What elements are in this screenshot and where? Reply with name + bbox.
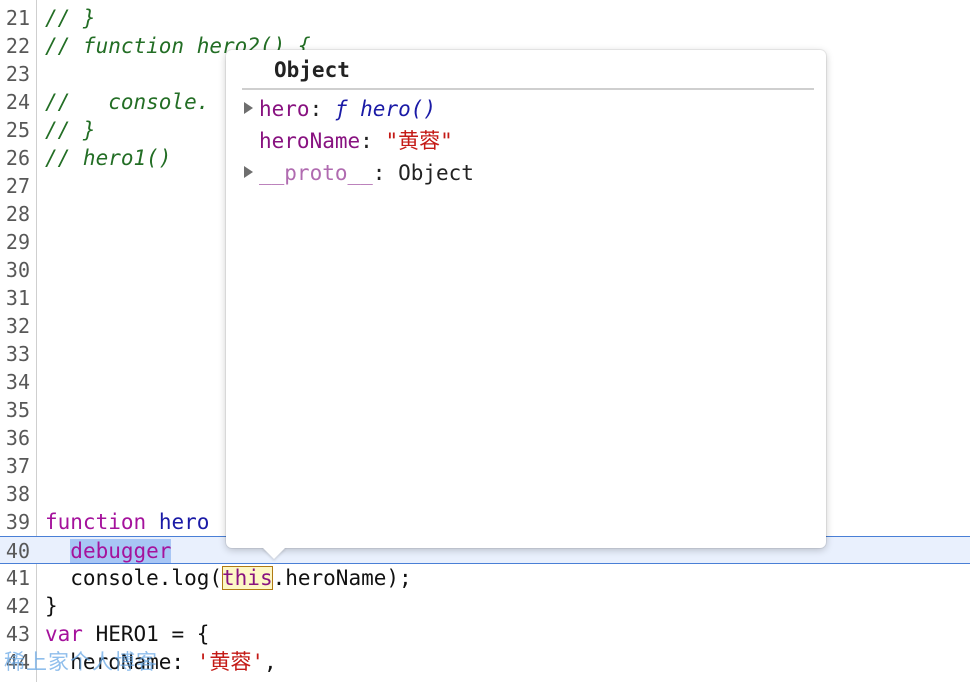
line-number[interactable]: 31 [0, 284, 30, 312]
code-text: } [45, 592, 58, 620]
line-number[interactable]: 26 [0, 144, 30, 172]
code-text: function hero [45, 508, 209, 536]
code-text: // hero1() [45, 144, 171, 172]
line-number[interactable]: 37 [0, 452, 30, 480]
property-key: __proto__ [259, 161, 373, 185]
watermark: 稀上家个人博客 [4, 650, 158, 674]
line-number[interactable]: 43 [0, 620, 30, 648]
code-line[interactable]: 43 var HERO1 = { [0, 620, 970, 648]
code-text: // } [45, 4, 96, 32]
popover-divider [242, 88, 814, 90]
code-token: function [45, 510, 147, 534]
code-text: var HERO1 = { [45, 620, 209, 648]
code-text: // console. [45, 88, 209, 116]
code-line[interactable]: 21 // } [0, 4, 970, 32]
line-number[interactable]: 25 [0, 116, 30, 144]
code-token: // } [45, 6, 96, 30]
line-number[interactable]: 38 [0, 480, 30, 508]
property-key: heroName [259, 129, 361, 153]
property-separator: : [372, 161, 399, 185]
expand-triangle-icon[interactable] [244, 102, 253, 114]
code-text: console.log(this.heroName); [45, 564, 412, 592]
code-token: .heroName); [272, 566, 412, 590]
line-number[interactable]: 24 [0, 88, 30, 116]
line-number[interactable]: 40 [0, 537, 30, 565]
line-number[interactable]: 29 [0, 228, 30, 256]
code-line[interactable]: 42} [0, 592, 970, 620]
property-separator: : [360, 129, 386, 153]
popover-title: Object [274, 58, 350, 82]
line-number[interactable]: 30 [0, 256, 30, 284]
line-number[interactable]: 33 [0, 340, 30, 368]
code-text: // } [45, 116, 96, 144]
property-value: Object [398, 161, 474, 185]
property-row-proto[interactable]: __proto__: Object [244, 158, 474, 188]
code-token: console.log( [45, 566, 223, 590]
code-token: } [45, 594, 58, 618]
code-token: var [45, 622, 83, 646]
line-number[interactable]: 34 [0, 368, 30, 396]
line-number[interactable]: 42 [0, 592, 30, 620]
code-text: debugger [45, 537, 172, 565]
property-key: hero [259, 97, 310, 121]
code-token: // console. [45, 90, 210, 114]
property-value: "黄蓉" [385, 129, 453, 153]
line-number[interactable]: 32 [0, 312, 30, 340]
property-row-hero[interactable]: hero: ƒ hero() [244, 94, 436, 124]
property-row-heroName: heroName: "黄蓉" [244, 126, 453, 156]
property-separator: : [309, 97, 335, 121]
line-number[interactable]: 36 [0, 424, 30, 452]
line-number[interactable]: 22 [0, 32, 30, 60]
code-token: // hero1() [45, 146, 172, 170]
hovered-token-this[interactable]: this [222, 566, 273, 590]
property-value: ƒ hero() [334, 97, 437, 121]
code-token: , [264, 650, 277, 674]
line-number[interactable]: 28 [0, 200, 30, 228]
expand-triangle-icon[interactable] [244, 166, 253, 178]
line-number[interactable]: 23 [0, 60, 30, 88]
object-preview-popover: Object hero: ƒ hero() heroName: "黄蓉" __pro… [226, 50, 826, 559]
line-number[interactable]: 41 [0, 564, 30, 592]
code-token: HERO1 = { [82, 622, 210, 646]
popover-pointer [262, 547, 286, 559]
line-number[interactable]: 21 [0, 4, 30, 32]
code-token: '黄蓉' [196, 650, 265, 674]
code-token: hero [158, 510, 210, 534]
line-number[interactable]: 27 [0, 172, 30, 200]
code-line[interactable]: 41 console.log(this.heroName); [0, 564, 970, 592]
code-token: debugger [70, 539, 172, 563]
code-token: // } [45, 118, 96, 142]
line-number[interactable]: 39 [0, 508, 30, 536]
line-number[interactable]: 35 [0, 396, 30, 424]
